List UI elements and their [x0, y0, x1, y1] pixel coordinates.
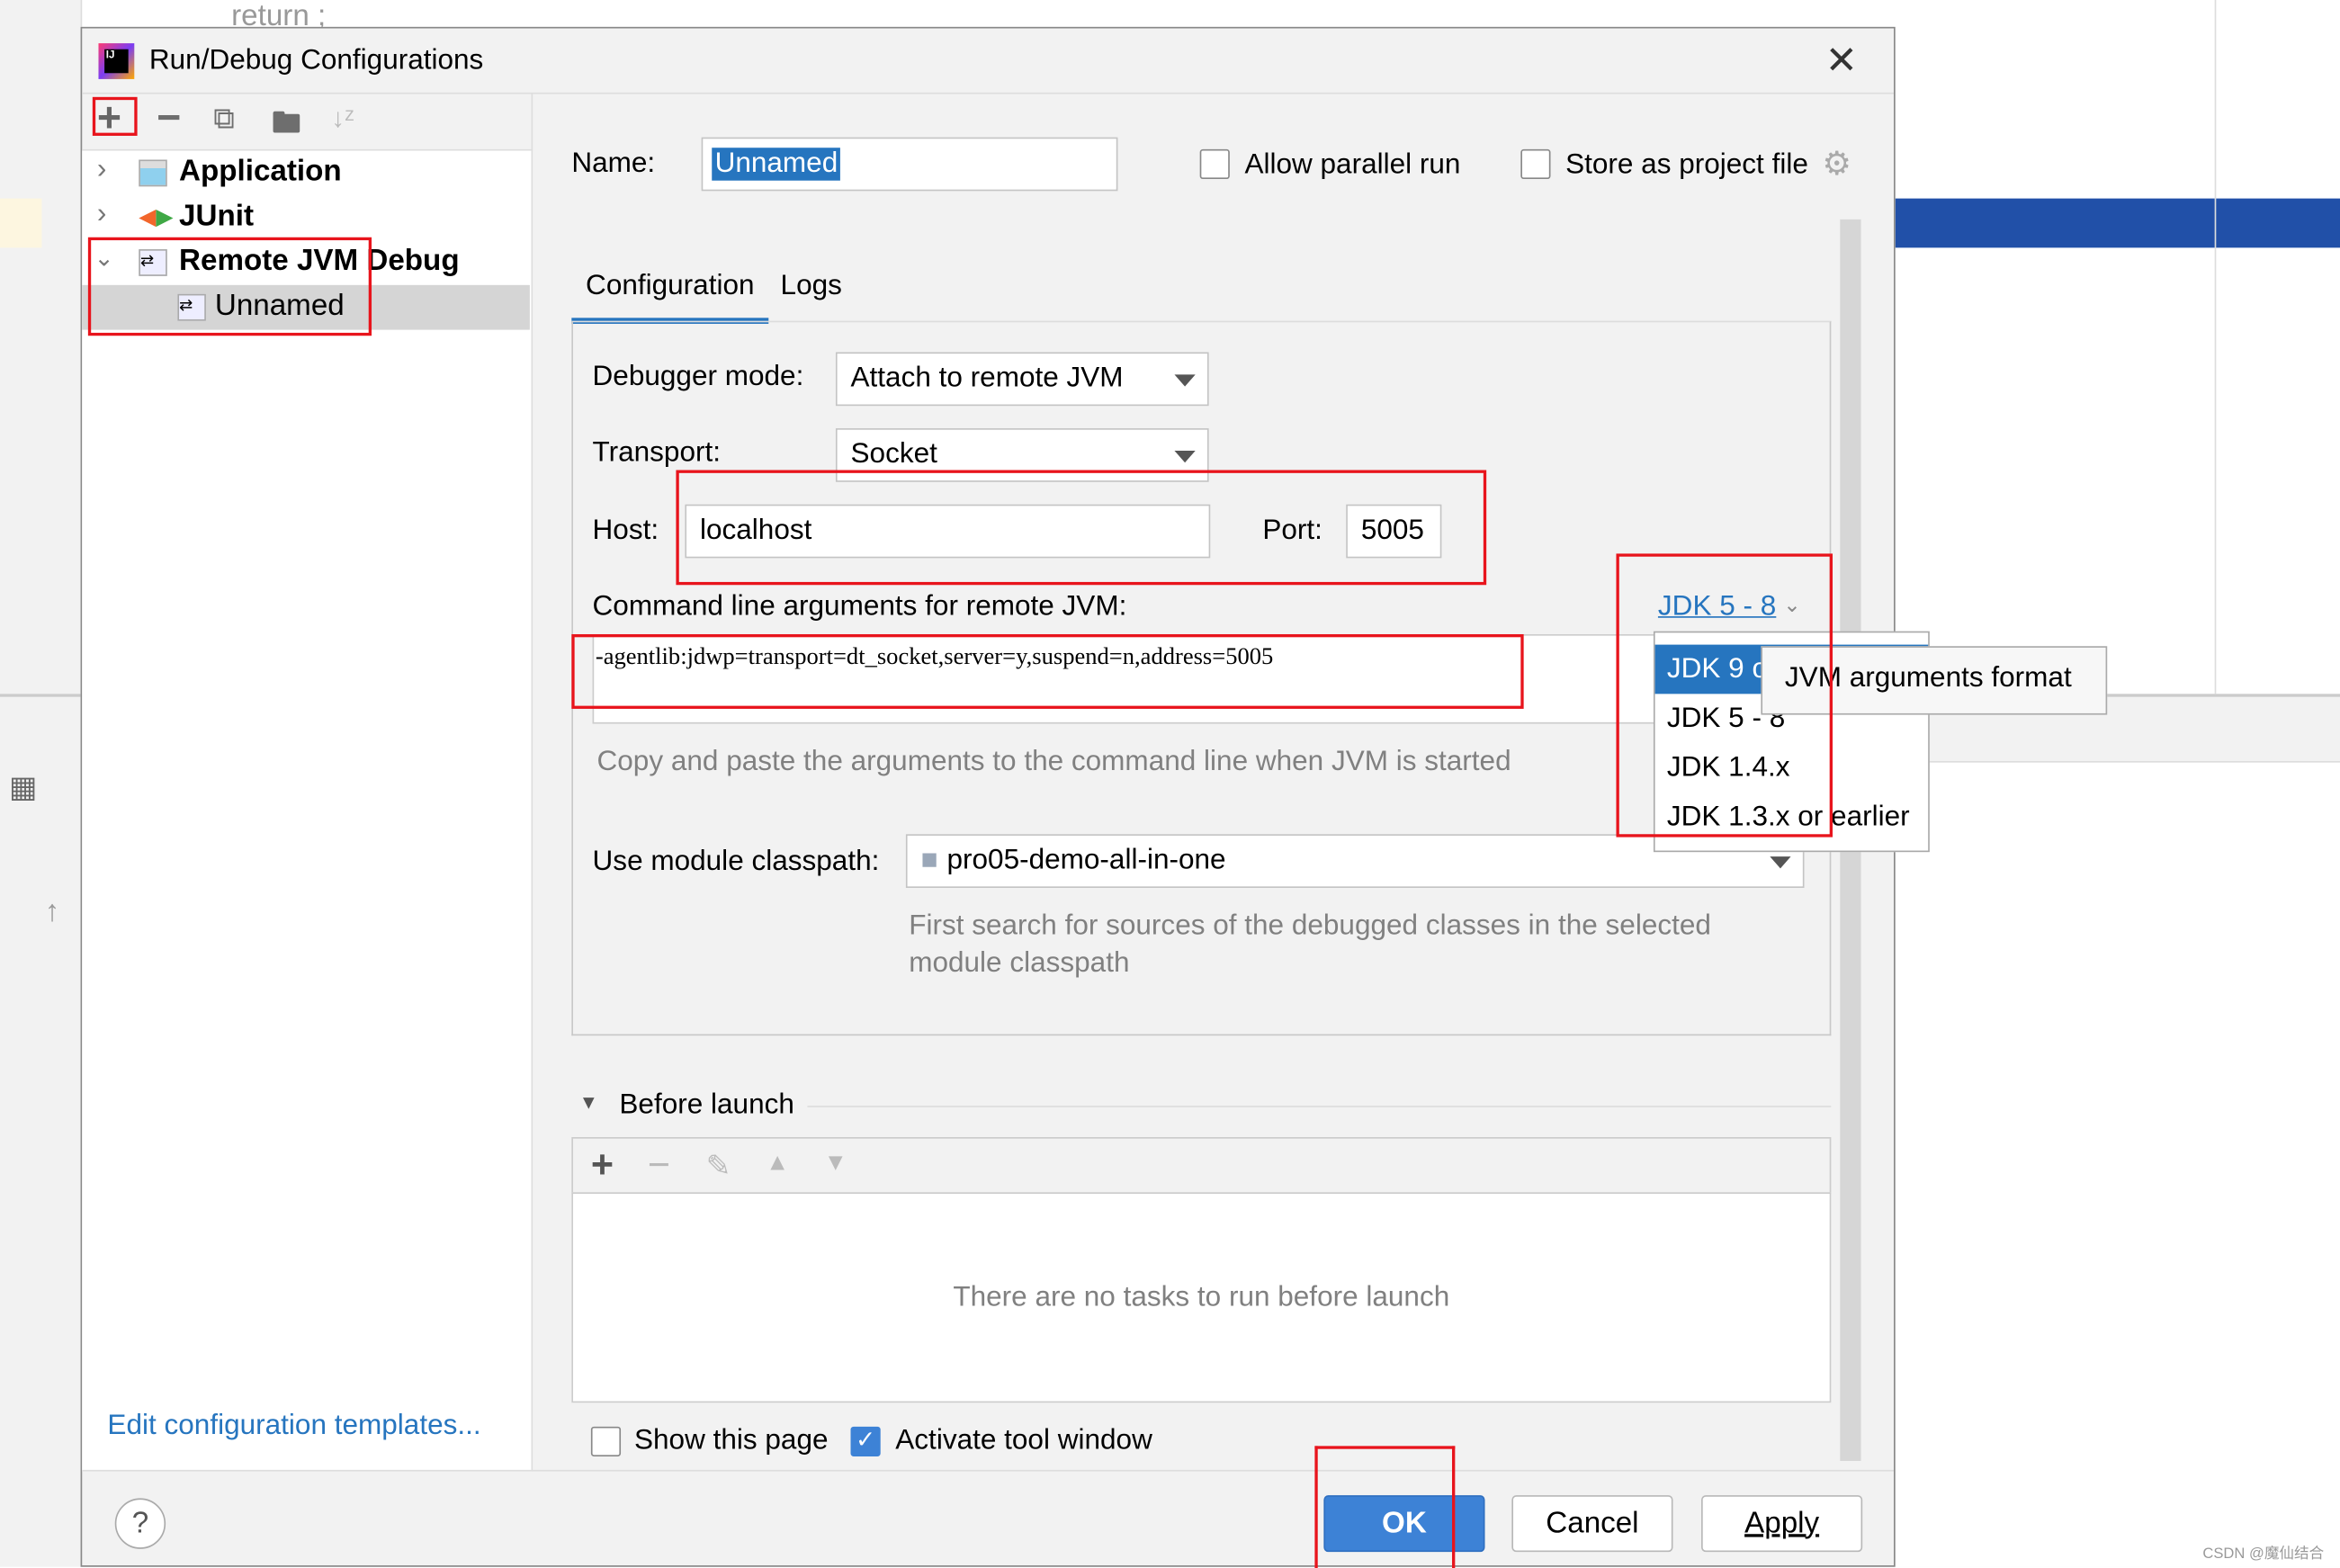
watermark: CSDN @魔仙结合 [2202, 1546, 2325, 1563]
host-label: Host: [592, 515, 659, 547]
folder-icon: ■ [920, 844, 938, 876]
module-value: pro05-demo-all-in-one [946, 844, 1226, 876]
debugger-mode-select[interactable]: Attach to remote JVM [835, 352, 1209, 407]
store-project-checkbox[interactable] [1520, 148, 1551, 180]
chevron-down-icon [1770, 856, 1791, 869]
tab-logs[interactable]: Logs [781, 270, 842, 302]
arrow-up-icon[interactable]: ↑ [45, 895, 60, 929]
tab-configuration[interactable]: Configuration [571, 267, 769, 324]
close-icon[interactable]: ✕ [1825, 37, 1858, 83]
editor-breakpoint-line [0, 198, 42, 248]
highlight-cmd-args [571, 633, 1524, 709]
config-toolbar: + − ⧉ 🖿 ↓ᶻ [82, 94, 533, 151]
collapse-icon[interactable]: ▼ [579, 1091, 598, 1114]
editor-current-line [1895, 198, 2340, 248]
new-folder-icon[interactable]: 🖿 [272, 102, 301, 152]
editor-code: return ; [231, 0, 327, 27]
show-page-checkbox[interactable] [590, 1426, 622, 1456]
footer-divider [82, 1469, 1895, 1472]
application-icon [139, 159, 167, 187]
intellij-logo-icon: IJ [98, 43, 135, 79]
bottom-panel-content [1895, 760, 2340, 1567]
highlight-remote-jvm [87, 237, 372, 336]
transport-value: Socket [850, 438, 937, 470]
apply-button[interactable]: Apply [1701, 1495, 1863, 1553]
activate-tool-checkbox[interactable]: ✓ [850, 1426, 881, 1456]
before-launch-toolbar: + − ✎ ▲ ▼ [571, 1137, 1832, 1195]
tree-item-application[interactable]: › Application [82, 151, 530, 196]
tree-item-junit[interactable]: › ◀▶ JUnit [82, 195, 530, 240]
cmd-label: Command line arguments for remote JVM: [592, 590, 1127, 623]
move-down-icon[interactable]: ▼ [824, 1151, 847, 1178]
cancel-button[interactable]: Cancel [1511, 1495, 1673, 1553]
tree-label: JUnit [179, 200, 254, 233]
remove-icon[interactable]: − [157, 94, 181, 142]
store-project-label: Store as project file [1565, 148, 1808, 181]
chevron-down-icon [1174, 450, 1196, 463]
gear-icon[interactable]: ⚙ [1822, 145, 1851, 184]
edit-icon[interactable]: ✎ [706, 1148, 731, 1185]
transport-label: Transport: [592, 437, 722, 469]
cmd-hint: Copy and paste the arguments to the comm… [596, 746, 1511, 778]
divider [807, 1106, 1832, 1107]
highlight-ok [1314, 1446, 1456, 1568]
highlight-add [92, 96, 138, 136]
move-up-icon[interactable]: ▲ [766, 1151, 789, 1178]
title-bar: IJ Run/Debug Configurations ✕ [82, 29, 1895, 94]
show-page-label: Show this page [633, 1425, 829, 1456]
help-button[interactable]: ? [114, 1498, 166, 1549]
chevron-right-icon[interactable]: › [97, 154, 106, 186]
junit-icon: ◀▶ [139, 204, 174, 230]
module-label: Use module classpath: [592, 846, 880, 878]
editor-margin-line [2214, 0, 2217, 694]
name-value: Unnamed [712, 148, 841, 181]
activate-tool-label: Activate tool window [895, 1425, 1152, 1456]
highlight-jdk-format [1616, 553, 1833, 838]
debugger-mode-label: Debugger mode: [592, 361, 804, 393]
debugger-mode-value: Attach to remote JVM [850, 363, 1124, 394]
allow-parallel-label: Allow parallel run [1244, 148, 1461, 181]
module-hint: First search for sources of the debugged… [909, 909, 1711, 980]
name-input[interactable]: Unnamed [701, 137, 1118, 192]
chevron-down-icon [1174, 374, 1196, 387]
remove-icon[interactable]: − [648, 1142, 670, 1187]
table-icon[interactable]: ▦ [9, 768, 37, 805]
no-tasks-text: There are no tasks to run before launch [953, 1281, 1450, 1313]
highlight-host-port [676, 470, 1487, 586]
editor-gutter [0, 0, 83, 694]
add-icon[interactable]: + [591, 1142, 614, 1187]
before-launch-list: There are no tasks to run before launch [571, 1192, 1832, 1403]
tree-label: Application [179, 155, 342, 189]
edit-templates-link[interactable]: Edit configuration templates... [107, 1411, 480, 1443]
copy-icon[interactable]: ⧉ [213, 103, 235, 137]
sort-icon[interactable]: ↓ᶻ [331, 103, 354, 134]
dialog-title: Run/Debug Configurations [148, 44, 484, 76]
chevron-right-icon[interactable]: › [97, 199, 106, 231]
before-launch-label: Before launch [619, 1089, 794, 1121]
name-label: Name: [571, 148, 656, 180]
config-tree: › Application › ◀▶ JUnit ⌄ ⇄ Remote JVM … [82, 150, 533, 1472]
run-debug-dialog: IJ Run/Debug Configurations ✕ + − ⧉ 🖿 ↓ᶻ… [80, 26, 2108, 1568]
allow-parallel-checkbox[interactable] [1199, 148, 1230, 180]
